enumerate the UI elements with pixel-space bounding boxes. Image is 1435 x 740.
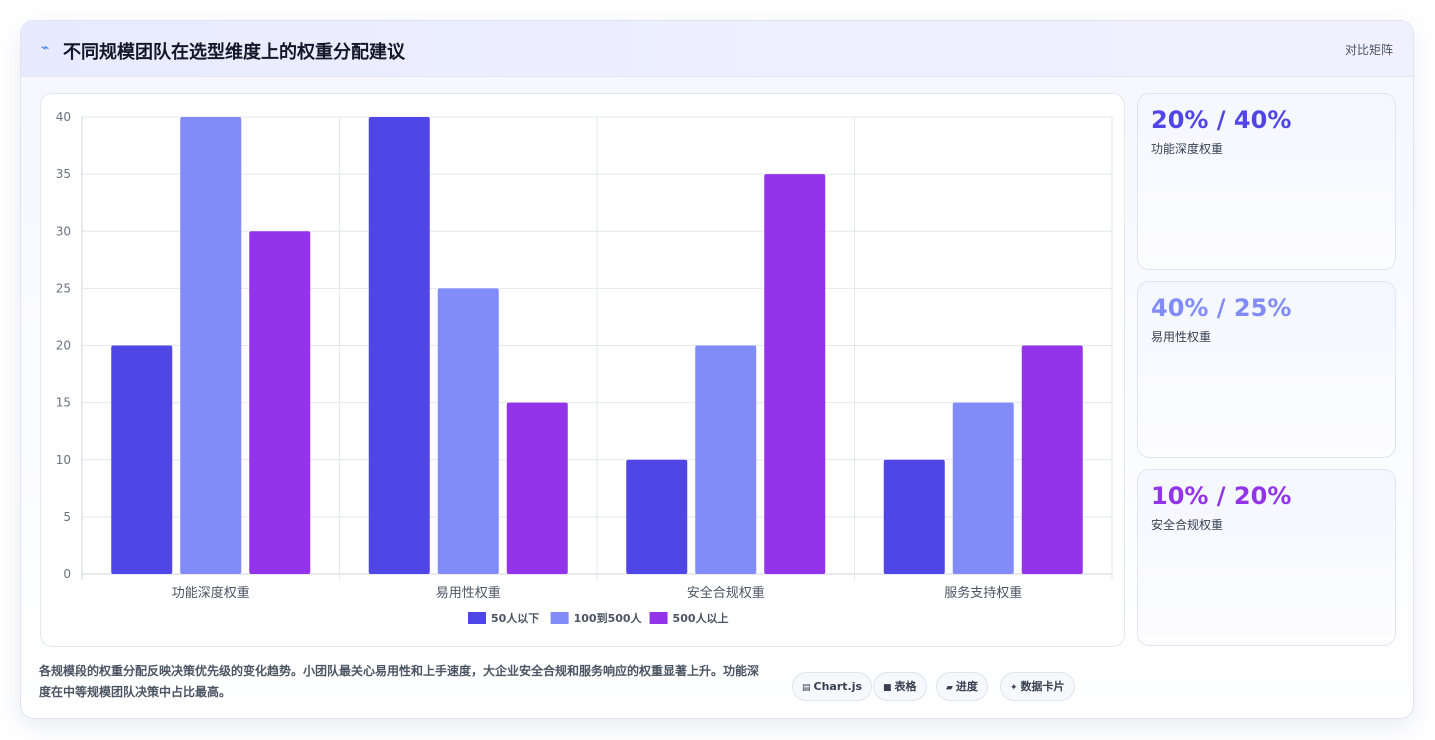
y-tick-label: 15: [56, 396, 71, 410]
x-tick-label: 易用性权重: [436, 585, 501, 601]
y-tick-label: 20: [56, 339, 71, 353]
bar: [626, 459, 688, 574]
legend-label: 500人以上: [673, 611, 729, 625]
bar: [764, 174, 826, 574]
y-tick-label: 25: [56, 281, 71, 295]
stat-card-functional-depth: 20% / 40% 功能深度权重: [1137, 93, 1396, 270]
header-tag: 对比矩阵: [1344, 43, 1393, 57]
bar: [506, 402, 568, 574]
pill-table[interactable]: ■ 表格: [873, 672, 927, 701]
legend-label: 50人以下: [491, 611, 539, 625]
bar: [695, 345, 757, 574]
chart-note: 各规模段的权重分配反映决策优先级的变化趋势。小团队最关心易用性和上手速度，大企业…: [39, 664, 760, 699]
y-tick-label: 35: [56, 167, 71, 181]
stat-value: 10% / 20%: [1151, 482, 1292, 510]
chart-card: ⌁ 不同规模团队在选型维度上的权重分配建议 对比矩阵 0 5 10 15 20 25 30 3…: [20, 20, 1414, 719]
trend-line-icon: ⌁: [41, 40, 50, 56]
y-tick-label: 5: [63, 510, 71, 524]
x-tick-label: 服务支持权重: [944, 585, 1022, 601]
bar-chart: 0 5 10 15 20 25 30 35 40 功能深度权重 易用性权重 安全合规权重 服务支持权重 5…: [56, 110, 1113, 625]
bar: [883, 459, 945, 574]
stat-card-usability: 40% / 25% 易用性权重: [1137, 281, 1396, 458]
pill-chartjs[interactable]: ▤ Chart.js: [792, 672, 873, 701]
stat-value: 20% / 40%: [1151, 106, 1292, 134]
page-title: 不同规模团队在选型维度上的权重分配建议: [63, 42, 405, 63]
bar: [1021, 345, 1083, 574]
legend-label: 100到500人: [574, 611, 643, 625]
stat-label: 安全合规权重: [1151, 518, 1224, 532]
stat-value: 40% / 25%: [1151, 294, 1292, 322]
progress-icon: ▰: [946, 683, 953, 693]
chart-panel: 0 5 10 15 20 25 30 35 40 功能深度权重 易用性权重 安全合规权重 服务支持权重 5…: [40, 93, 1125, 647]
stat-card-security-compliance: 10% / 20% 安全合规权重: [1137, 469, 1396, 646]
stat-label: 易用性权重: [1151, 330, 1212, 344]
legend-swatch: [467, 612, 486, 624]
sparkle-icon: ✦: [1010, 683, 1018, 693]
y-tick-label: 0: [63, 567, 71, 581]
bar: [368, 117, 430, 574]
bar: [180, 117, 242, 574]
pill-data-card[interactable]: ✦ 数据卡片: [1000, 672, 1075, 701]
x-tick-label: 安全合规权重: [687, 585, 765, 601]
table-icon: ■: [883, 683, 892, 693]
y-tick-label: 40: [56, 110, 71, 124]
bar: [111, 345, 173, 574]
bar: [437, 288, 499, 574]
legend-swatch: [550, 612, 569, 624]
chart-icon: ▤: [802, 683, 811, 693]
legend-swatch: [649, 612, 668, 624]
bar: [952, 402, 1014, 574]
x-tick-label: 功能深度权重: [172, 585, 250, 601]
card-header: ⌁ 不同规模团队在选型维度上的权重分配建议 对比矩阵: [21, 21, 1413, 77]
stat-label: 功能深度权重: [1151, 142, 1224, 156]
y-tick-label: 30: [56, 224, 71, 238]
pill-progress[interactable]: ▰ 进度: [936, 672, 988, 701]
y-tick-label: 10: [56, 453, 71, 467]
bar: [249, 231, 311, 574]
